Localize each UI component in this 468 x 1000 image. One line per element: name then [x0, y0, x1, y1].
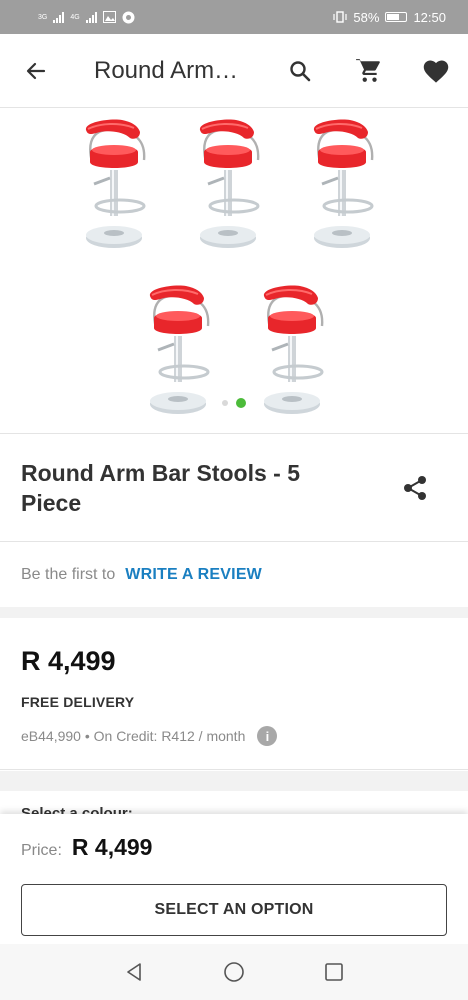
wishlist-button[interactable] [414, 34, 458, 108]
sticky-price-row: Price: R 4,499 [21, 834, 152, 861]
clock: 12:50 [413, 9, 446, 25]
back-arrow-icon [26, 62, 46, 80]
write-review-link[interactable]: WRITE A REVIEW [125, 566, 262, 584]
network-label-2: 4G [70, 13, 80, 21]
share-icon [404, 476, 426, 500]
gallery-dot[interactable] [222, 400, 228, 406]
product-price: R 4,499 [21, 646, 116, 676]
back-button[interactable] [14, 34, 58, 108]
cart-icon [356, 59, 380, 82]
section-divider-2 [0, 771, 468, 791]
select-colour-label: Select a colour: [21, 805, 133, 814]
signal-icon-2 [85, 11, 97, 23]
price-section: R 4,499 FREE DELIVERY eB44,990 • On Cred… [0, 618, 468, 770]
product-image-gallery[interactable] [0, 108, 468, 434]
page-title: Round Arm… [94, 57, 239, 84]
share-button[interactable] [400, 472, 432, 504]
purchase-bar: Price: R 4,499 SELECT AN OPTION [0, 814, 468, 944]
nav-back-icon [127, 963, 141, 981]
nav-back-button[interactable] [104, 944, 164, 1000]
vibrate-icon [333, 11, 348, 23]
gallery-pagination [0, 398, 468, 408]
delivery-label: FREE DELIVERY [21, 694, 135, 710]
battery-percent: 58% [353, 9, 380, 25]
search-icon [290, 61, 311, 82]
info-icon[interactable]: i [257, 726, 278, 746]
gallery-dot-active[interactable] [236, 398, 246, 408]
credit-text: eB44,990 • On Credit: R412 / month [21, 728, 246, 744]
section-divider [0, 607, 468, 618]
sticky-price-value: R 4,499 [71, 834, 153, 860]
select-option-button[interactable]: SELECT AN OPTION [21, 884, 447, 936]
nav-home-icon [224, 962, 244, 982]
credit-info: eB44,990 • On Credit: R412 / month i [21, 726, 278, 746]
search-button[interactable] [278, 34, 322, 108]
review-prompt-text: Be the first to [21, 566, 116, 583]
image-notification-icon [102, 11, 116, 23]
status-bar: 3G 4G 58% 12:50 [0, 0, 468, 34]
nav-home-button[interactable] [204, 944, 264, 1000]
signal-icon [53, 11, 65, 23]
product-title: Round Arm Bar Stools - 5 Piece [21, 460, 300, 516]
product-image-stool-2 [194, 118, 266, 258]
nav-recents-icon [325, 963, 343, 981]
nav-recents-button[interactable] [304, 944, 364, 1000]
price-label: Price: [21, 842, 62, 859]
product-image-stool-1 [80, 118, 152, 258]
heart-icon [423, 60, 449, 83]
product-image-stool-3 [308, 118, 380, 258]
product-header: Round Arm Bar Stools - 5 Piece [0, 434, 468, 542]
network-label-1: 3G [38, 13, 48, 21]
cart-button[interactable] [346, 34, 390, 108]
system-nav-bar [0, 944, 468, 1000]
app-bar: Round Arm… [0, 34, 468, 108]
battery-icon [385, 12, 408, 22]
app-notification-icon [122, 11, 135, 23]
review-prompt: Be the first to WRITE A REVIEW [0, 543, 468, 607]
